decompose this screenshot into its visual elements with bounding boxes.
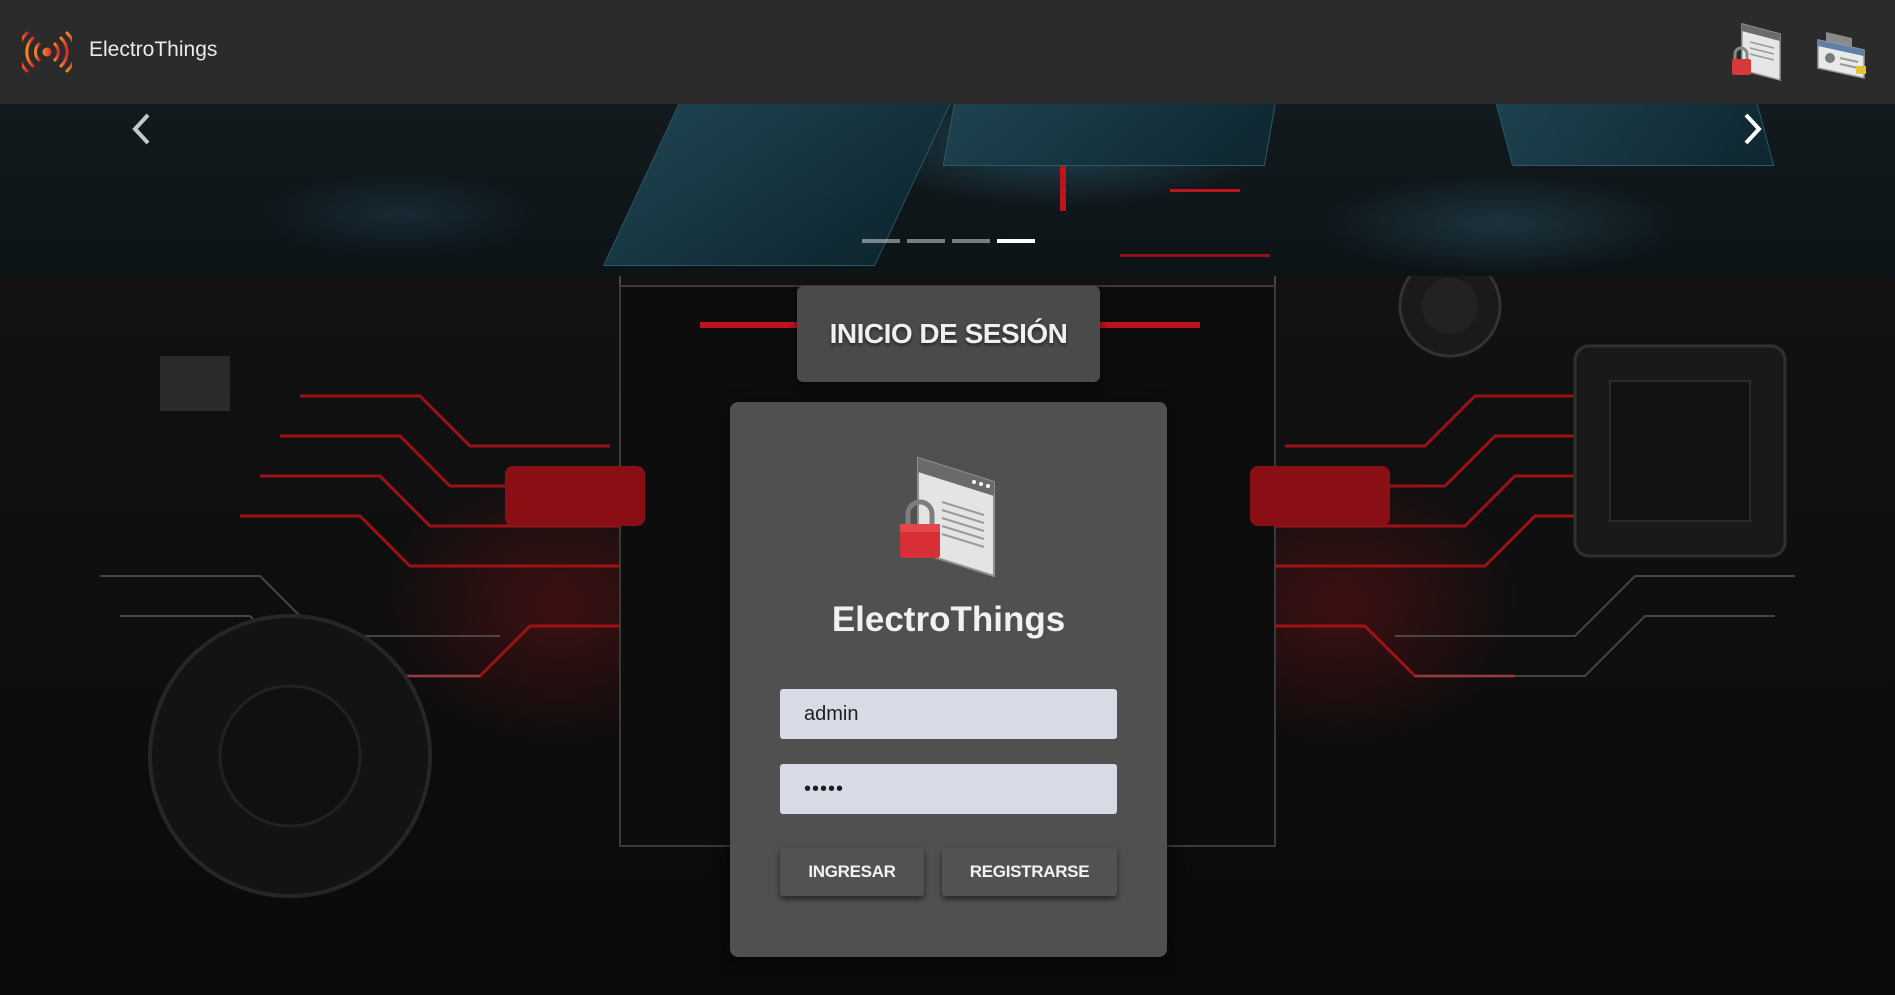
brand-name[interactable]: ElectroThings bbox=[89, 38, 217, 62]
card-brand-name: ElectroThings bbox=[831, 600, 1066, 639]
login-button[interactable]: INGRESAR bbox=[780, 848, 924, 896]
navbar: ElectroThings bbox=[0, 0, 1895, 104]
carousel-prev-button[interactable] bbox=[118, 104, 188, 152]
register-nav-button[interactable] bbox=[1812, 20, 1870, 84]
login-title-box: INICIO DE SESIÓN bbox=[797, 286, 1100, 382]
chevron-right-icon bbox=[1744, 113, 1762, 145]
carousel-slide-image bbox=[1060, 166, 1066, 211]
lock-window-icon bbox=[900, 456, 995, 578]
carousel-slide-image bbox=[1170, 189, 1240, 192]
username-input[interactable] bbox=[780, 689, 1117, 739]
login-card: ElectroThings INGRESAR REGISTRARSE bbox=[730, 402, 1167, 957]
password-input[interactable] bbox=[780, 764, 1117, 814]
carousel-indicator[interactable] bbox=[952, 239, 990, 243]
carousel-slide-image bbox=[1120, 254, 1270, 257]
broadcast-signal-icon[interactable] bbox=[22, 31, 72, 73]
carousel-indicator-active[interactable] bbox=[997, 239, 1035, 243]
register-button[interactable]: REGISTRARSE bbox=[942, 848, 1117, 896]
hero-carousel bbox=[0, 104, 1895, 276]
carousel-next-button[interactable] bbox=[1730, 104, 1800, 152]
id-card-icon bbox=[1817, 32, 1866, 79]
page-title: INICIO DE SESIÓN bbox=[829, 318, 1068, 349]
carousel-indicator[interactable] bbox=[907, 239, 945, 243]
login-nav-button[interactable] bbox=[1730, 20, 1788, 84]
carousel-indicator[interactable] bbox=[862, 239, 900, 243]
carousel-slide-image bbox=[942, 104, 1280, 166]
lock-window-icon bbox=[1732, 23, 1781, 81]
chevron-left-icon bbox=[132, 113, 150, 145]
